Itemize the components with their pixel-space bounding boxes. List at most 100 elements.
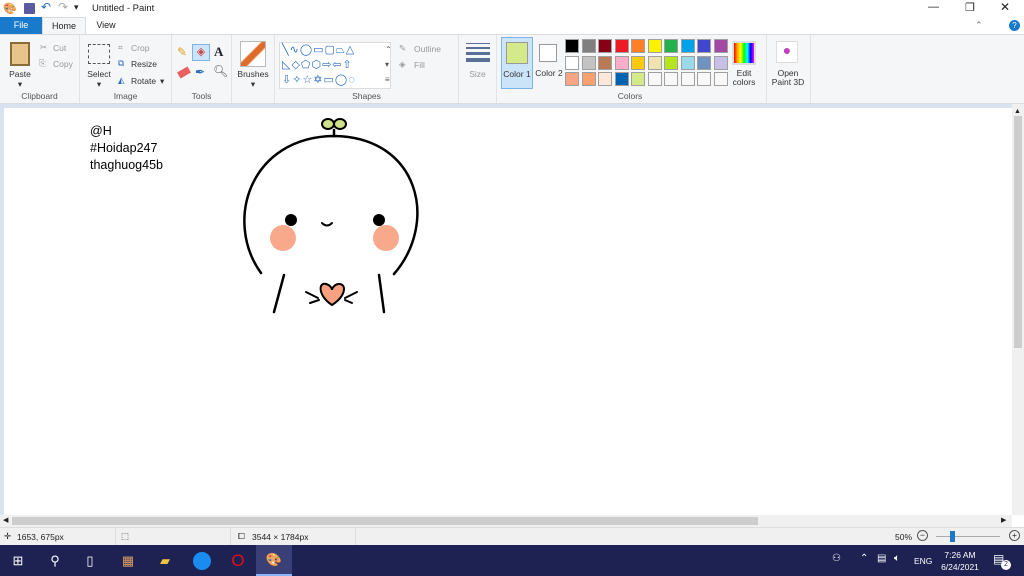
volume-icon[interactable]: 🔈︎ bbox=[894, 553, 900, 564]
app-icon-office[interactable]: ▦ bbox=[110, 545, 146, 576]
palette-swatch[interactable] bbox=[598, 55, 612, 70]
vertical-scrollbar[interactable]: ▲ bbox=[1012, 104, 1024, 515]
task-view-icon[interactable]: ▯ bbox=[72, 545, 108, 576]
edit-colors-button[interactable]: Edit colors bbox=[726, 69, 762, 87]
palette-swatch[interactable] bbox=[713, 39, 728, 53]
palette-swatch[interactable] bbox=[581, 55, 596, 70]
fill-button[interactable]: Fill bbox=[414, 60, 425, 70]
shapes-scroll[interactable]: ⌃ ▾ ≡ bbox=[385, 42, 392, 87]
scroll-up-arrow[interactable]: ▲ bbox=[1014, 108, 1021, 115]
fill-bucket-icon[interactable]: ◈ bbox=[192, 44, 210, 61]
rotate-dropdown[interactable]: ▾ bbox=[160, 76, 164, 87]
palette-swatch[interactable] bbox=[598, 72, 612, 86]
quick-access-dropdown[interactable]: ▾ bbox=[74, 2, 79, 13]
palette-swatch[interactable] bbox=[614, 72, 629, 86]
tab-home[interactable]: Home bbox=[42, 17, 86, 34]
eraser-icon[interactable] bbox=[177, 66, 191, 79]
paste-icon[interactable] bbox=[10, 42, 30, 66]
shapes-gallery[interactable]: ╲∿◯▭▢⏢△ ◺◇⬠⬡⇨⇦⇧ ⇩✧☆✡▭◯◌ bbox=[279, 42, 391, 89]
open-paint3d-button[interactable]: Open Paint 3D bbox=[767, 69, 809, 87]
paint-taskbar-icon[interactable]: 🎨 bbox=[256, 545, 292, 576]
vertical-scroll-thumb[interactable] bbox=[1014, 116, 1022, 348]
palette-swatch[interactable] bbox=[713, 55, 728, 70]
brushes-icon[interactable] bbox=[240, 41, 266, 67]
horizontal-scroll-thumb[interactable] bbox=[12, 517, 758, 525]
palette-swatch[interactable] bbox=[565, 72, 579, 86]
palette-swatch[interactable] bbox=[664, 55, 678, 70]
horizontal-scrollbar[interactable]: ◀ ▶ bbox=[0, 515, 1012, 527]
color-picker-icon[interactable]: ✒ bbox=[195, 65, 205, 79]
scroll-right-arrow[interactable]: ▶ bbox=[1001, 516, 1006, 524]
maximize-button[interactable]: ❐ bbox=[965, 1, 975, 14]
rotate-button[interactable]: Rotate bbox=[131, 76, 156, 86]
resize-button[interactable]: Resize bbox=[131, 59, 157, 69]
palette-swatch[interactable] bbox=[614, 39, 629, 53]
brushes-button[interactable]: Brushes bbox=[232, 69, 274, 79]
palette-swatch[interactable] bbox=[581, 72, 596, 86]
size-icon[interactable] bbox=[466, 43, 490, 62]
palette-swatch[interactable] bbox=[680, 39, 695, 53]
scroll-left-arrow[interactable]: ◀ bbox=[3, 516, 8, 524]
clock[interactable]: 7:26 AM 6/24/2021 bbox=[936, 549, 984, 573]
palette-swatch[interactable] bbox=[680, 55, 695, 70]
palette-swatch[interactable] bbox=[614, 55, 629, 70]
palette-swatch[interactable] bbox=[664, 72, 678, 86]
text-tool-icon[interactable]: A bbox=[214, 44, 223, 60]
paste-button[interactable]: Paste bbox=[4, 69, 36, 79]
edit-colors-icon[interactable] bbox=[732, 41, 756, 65]
help-icon[interactable]: ? bbox=[1009, 20, 1020, 31]
palette-swatch[interactable] bbox=[631, 55, 645, 70]
palette-swatch[interactable] bbox=[565, 55, 579, 70]
zoom-slider[interactable] bbox=[936, 536, 1000, 537]
select-dropdown[interactable]: ▾ bbox=[82, 79, 116, 90]
close-button[interactable]: ✕ bbox=[1000, 0, 1010, 14]
palette-swatch[interactable] bbox=[680, 72, 695, 86]
undo-icon[interactable]: ↶ bbox=[41, 0, 51, 14]
palette-swatch[interactable] bbox=[631, 39, 645, 53]
paste-dropdown[interactable]: ▾ bbox=[4, 79, 36, 90]
redo-icon[interactable]: ↷ bbox=[58, 0, 68, 14]
brushes-dropdown[interactable]: ▾ bbox=[232, 79, 274, 90]
tab-view[interactable]: View bbox=[86, 17, 126, 34]
opera-icon[interactable]: O bbox=[220, 545, 256, 576]
select-icon[interactable] bbox=[88, 44, 110, 64]
pencil-icon[interactable]: ✎ bbox=[177, 45, 187, 59]
palette-swatch[interactable] bbox=[697, 72, 711, 86]
palette-swatch[interactable] bbox=[647, 72, 662, 86]
palette-swatch[interactable] bbox=[581, 39, 596, 53]
magnifier-icon[interactable]: 🔍︎ bbox=[213, 64, 228, 78]
palette-swatch[interactable] bbox=[697, 55, 711, 70]
palette-swatch[interactable] bbox=[598, 39, 612, 53]
palette-swatch[interactable] bbox=[631, 72, 645, 86]
outline-button[interactable]: Outline bbox=[414, 44, 441, 54]
tab-file[interactable]: File bbox=[0, 17, 42, 34]
color1-button[interactable]: Color 1 bbox=[501, 37, 533, 89]
zoom-out-button[interactable]: − bbox=[917, 530, 928, 541]
cut-button[interactable]: Cut bbox=[53, 43, 66, 53]
collapse-ribbon-icon[interactable]: ⌃ bbox=[975, 20, 983, 31]
start-button[interactable]: ⊞ bbox=[0, 545, 36, 576]
palette-swatch[interactable] bbox=[565, 39, 579, 53]
select-button[interactable]: Select bbox=[82, 69, 116, 79]
minimize-button[interactable]: — bbox=[928, 1, 939, 13]
paint3d-icon[interactable]: ● bbox=[776, 41, 798, 63]
copy-button[interactable]: Copy bbox=[53, 59, 73, 69]
palette-swatch[interactable] bbox=[647, 55, 662, 70]
zalo-icon[interactable] bbox=[184, 545, 220, 576]
language-indicator[interactable]: ENG bbox=[914, 556, 932, 566]
network-icon[interactable]: ▤ bbox=[877, 553, 886, 564]
show-hidden-icons[interactable]: ⌃ bbox=[860, 553, 868, 564]
zoom-in-button[interactable]: + bbox=[1009, 530, 1020, 541]
save-icon[interactable] bbox=[24, 3, 35, 14]
people-icon[interactable]: ⚇ bbox=[832, 553, 841, 564]
drawing-canvas[interactable]: @H #Hoidap247 thaghuog45b bbox=[4, 108, 1012, 515]
file-explorer-icon[interactable]: ▰ bbox=[147, 545, 183, 576]
color2-button[interactable]: Color 2 bbox=[535, 37, 563, 89]
size-button[interactable]: Size bbox=[459, 69, 496, 79]
palette-swatch[interactable] bbox=[664, 39, 678, 53]
crop-button[interactable]: Crop bbox=[131, 43, 149, 53]
palette-swatch[interactable] bbox=[697, 39, 711, 53]
palette-swatch[interactable] bbox=[647, 39, 662, 53]
zoom-slider-thumb[interactable] bbox=[950, 531, 955, 542]
search-icon[interactable]: ⚲ bbox=[37, 545, 73, 576]
